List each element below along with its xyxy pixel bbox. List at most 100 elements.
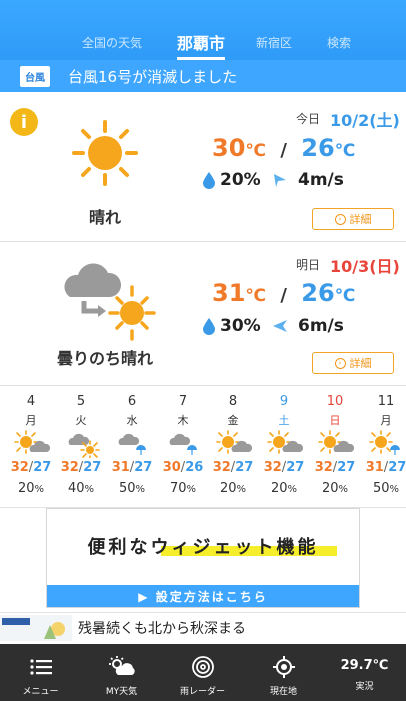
forecast-date: 9: [279, 394, 289, 409]
chevron-right-icon: ›: [334, 213, 346, 225]
today-rain-value: 20%: [220, 170, 261, 190]
forecast-weather-icon: [56, 430, 106, 458]
forecast-temps: 31/27: [365, 460, 406, 475]
forecast-date: 7: [178, 394, 188, 409]
forecast-rain: 50%: [372, 481, 400, 496]
today-day-label: 今日: [296, 112, 321, 126]
forecast-weekday: 日: [329, 414, 341, 427]
tomorrow-high-unit: ℃: [245, 286, 266, 306]
nav-rain-radar-label: 雨レーダー: [179, 687, 225, 697]
widget-ad-banner[interactable]: 便利なウィジェット機能 ▶ 設定方法はこちら: [46, 508, 360, 608]
header: 全国の天気 那覇市 新宿区 検索: [0, 0, 406, 60]
today-high: 30: [212, 134, 246, 162]
bottom-nav: メニュー MY天気 雨レーダー 現在地 29.7℃ 実況: [0, 644, 406, 701]
forecast-day[interactable]: 6 水 31/27 50%: [107, 388, 157, 496]
tomorrow-wind-value: 6m/s: [298, 316, 344, 336]
forecast-date: 4: [26, 394, 36, 409]
forecast-rain: 40%: [67, 481, 95, 496]
forecast-rain: 20%: [321, 481, 349, 496]
cloudy-then-sunny-icon: [64, 263, 156, 341]
forecast-rain: 50%: [118, 481, 146, 496]
forecast-weekday: 火: [75, 414, 87, 427]
tomorrow-high: 31: [212, 279, 246, 307]
forecast-rain: 20%: [219, 481, 247, 496]
forecast-weekday: 金: [227, 414, 239, 427]
tomorrow-detail-button[interactable]: › 詳細: [312, 352, 394, 374]
nav-live-observation-label: 実況: [355, 682, 374, 692]
weekly-forecast[interactable]: 4 月 32/27 20% 5 火 32/27 40% 6 水 31/27 50% 7 木 30/26 70%…: [0, 388, 406, 508]
today-low: 26: [301, 134, 335, 162]
news-thumbnail: [0, 615, 72, 641]
forecast-rain: 70%: [169, 481, 197, 496]
forecast-weekday: 土: [278, 414, 290, 427]
forecast-weather-icon: [361, 430, 406, 458]
temp-slash: /: [280, 285, 287, 306]
today-rain: 20%: [203, 170, 261, 190]
forecast-temps: 32/27: [263, 460, 305, 475]
tab-naha[interactable]: 那覇市: [177, 30, 226, 60]
typhoon-notice[interactable]: 台風 台風16号が消滅しました: [0, 60, 406, 92]
tomorrow-weather-label: 曇りのち晴れ: [56, 349, 153, 368]
forecast-day[interactable]: 8 金 32/27 20%: [208, 388, 258, 496]
forecast-date: 11: [377, 394, 395, 409]
today-date: 10/2(土): [330, 111, 400, 130]
forecast-day[interactable]: 9 土 32/27 20%: [259, 388, 309, 496]
news-headline: 残暑続くも北から秋深まる: [78, 620, 246, 637]
tomorrow-rain: 30%: [203, 316, 261, 336]
nav-current-location-label: 現在地: [269, 687, 297, 697]
forecast-rain: 20%: [270, 481, 298, 496]
wind-arrow-icon: [274, 174, 286, 187]
nav-current-location[interactable]: 現在地: [243, 644, 324, 701]
nav-my-weather[interactable]: MY天気: [81, 644, 162, 701]
radar-icon: [191, 656, 214, 678]
raindrop-icon: [203, 171, 215, 189]
detail-label: 詳細: [349, 213, 372, 226]
forecast-weekday: 月: [380, 414, 392, 427]
tomorrow-low-unit: ℃: [334, 286, 356, 306]
nav-menu-label: メニュー: [22, 687, 59, 697]
forecast-weather-icon: [310, 430, 360, 458]
forecast-temps: 32/27: [314, 460, 356, 475]
today-low-unit: ℃: [334, 141, 356, 161]
forecast-rain: 20%: [17, 481, 45, 496]
forecast-weather-icon: [107, 430, 157, 458]
today-panel: i 晴れ 今日 10/2(土) 30℃ / 26℃ 20% 4m/s › 詳細: [0, 92, 406, 242]
today-weather-label: 晴れ: [88, 208, 121, 227]
ad-title: 便利なウィジェット機能: [87, 537, 319, 558]
forecast-weekday: 木: [177, 414, 189, 427]
forecast-date: 5: [76, 394, 86, 409]
tab-shinjuku[interactable]: 新宿区: [256, 34, 292, 51]
nav-live-observation[interactable]: 29.7℃ 実況: [324, 644, 405, 701]
tomorrow-rain-value: 30%: [220, 316, 261, 336]
forecast-weekday: 月: [25, 414, 37, 427]
tomorrow-low: 26: [301, 279, 335, 307]
location-icon: [272, 656, 295, 678]
wind-arrow-icon: [273, 320, 287, 332]
tomorrow-temps: 31℃ / 26℃: [212, 279, 355, 307]
forecast-day[interactable]: 10 日 32/27 20%: [310, 388, 360, 496]
info-icon[interactable]: i: [10, 108, 38, 136]
forecast-day[interactable]: 5 火 32/27 40%: [56, 388, 106, 496]
forecast-weather-icon: [259, 430, 309, 458]
tab-nationwide[interactable]: 全国の天気: [82, 34, 142, 51]
tomorrow-date: 10/3(日): [330, 257, 400, 276]
today-detail-button[interactable]: › 詳細: [312, 208, 394, 230]
detail-label: 詳細: [349, 357, 372, 370]
forecast-day[interactable]: 4 月 32/27 20%: [6, 388, 56, 496]
news-item[interactable]: 残暑続くも北から秋深まる: [0, 612, 406, 642]
nav-my-weather-label: MY天気: [105, 687, 138, 697]
nav-rain-radar[interactable]: 雨レーダー: [162, 644, 243, 701]
ad-link[interactable]: ▶ 設定方法はこちら: [47, 585, 359, 607]
notice-text: 台風16号が消滅しました: [68, 67, 238, 86]
forecast-date: 8: [228, 394, 238, 409]
today-wind: 4m/s: [272, 170, 344, 190]
my-weather-icon: [108, 656, 135, 675]
forecast-day[interactable]: 11 月 31/27 50%: [361, 388, 406, 496]
today-temps: 30℃ / 26℃: [212, 134, 355, 162]
forecast-temps: 32/27: [10, 460, 52, 475]
forecast-day[interactable]: 7 木 30/26 70%: [158, 388, 208, 496]
forecast-temps: 32/27: [212, 460, 254, 475]
forecast-temps: 30/26: [162, 460, 204, 475]
tab-search[interactable]: 検索: [327, 34, 351, 51]
nav-menu[interactable]: メニュー: [0, 644, 81, 701]
